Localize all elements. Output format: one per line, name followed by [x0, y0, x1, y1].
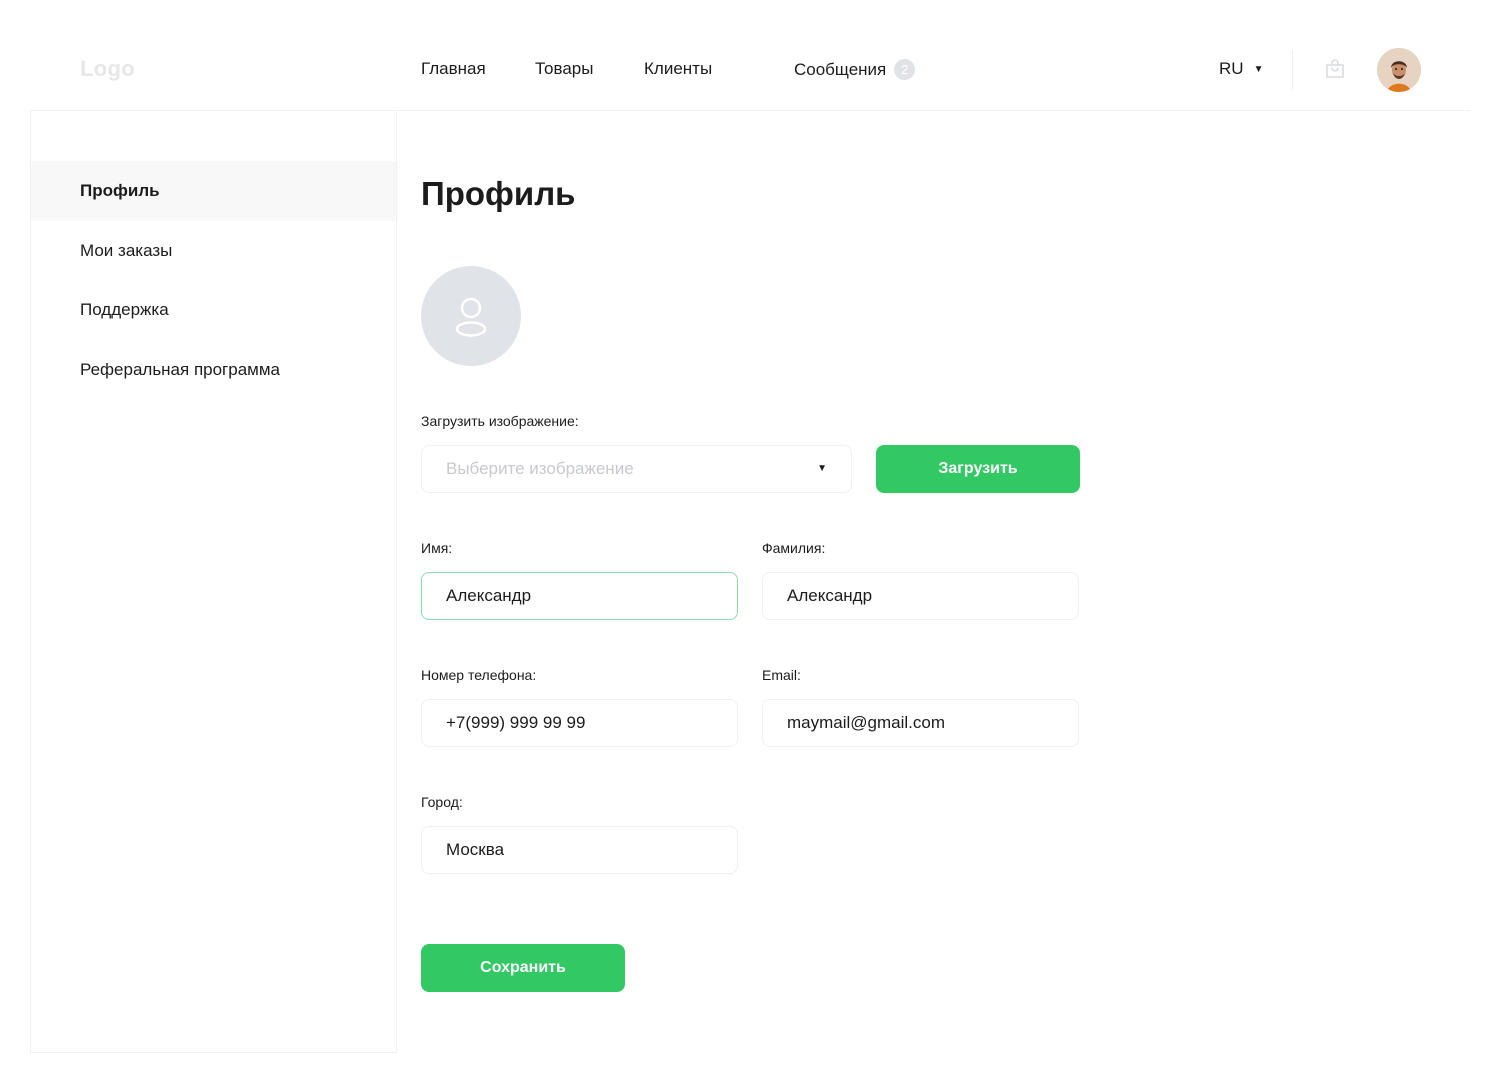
sidebar-item-support[interactable]: Поддержка: [31, 280, 396, 340]
page-title: Профиль: [421, 175, 576, 212]
sidebar: Профиль Мои заказы Поддержка Реферальная…: [30, 111, 397, 1053]
profile-form: Профиль Загрузить изображение: Выберите …: [421, 111, 1470, 1053]
last-name-input[interactable]: [762, 572, 1079, 620]
nav-item-clients[interactable]: Клиенты: [644, 59, 712, 79]
language-select[interactable]: RU ▼: [1219, 59, 1263, 79]
user-avatar[interactable]: [1377, 48, 1421, 92]
image-select-placeholder: Выберите изображение: [446, 459, 634, 478]
first-name-input[interactable]: [421, 572, 738, 620]
phone-input[interactable]: [421, 699, 738, 747]
logo[interactable]: Logo: [80, 56, 135, 82]
nav-item-messages-label: Сообщения: [794, 60, 887, 79]
caret-down-icon: ▼: [817, 463, 827, 474]
caret-down-icon: ▼: [1253, 64, 1264, 75]
upload-image-label: Загрузить изображение:: [421, 413, 579, 429]
image-select[interactable]: Выберите изображение ▼: [421, 445, 852, 493]
email-label: Email:: [762, 667, 801, 683]
messages-count-badge: 2: [894, 59, 916, 80]
shopping-bag-icon[interactable]: [1323, 57, 1347, 81]
upload-button[interactable]: Загрузить: [876, 445, 1080, 493]
header-divider: [1292, 50, 1293, 90]
sidebar-item-my-orders[interactable]: Мои заказы: [31, 221, 396, 281]
nav-item-products[interactable]: Товары: [535, 59, 593, 79]
first-name-label: Имя:: [421, 540, 453, 556]
city-label: Город:: [421, 794, 463, 810]
nav-item-home[interactable]: Главная: [421, 59, 486, 79]
nav-item-messages[interactable]: Сообщения 2: [794, 59, 916, 80]
city-input[interactable]: [421, 826, 738, 874]
save-button[interactable]: Сохранить: [421, 944, 625, 992]
email-input[interactable]: [762, 699, 1079, 747]
profile-picture-placeholder: [421, 266, 521, 366]
sidebar-item-profile[interactable]: Профиль: [31, 161, 396, 221]
last-name-label: Фамилия:: [762, 540, 826, 556]
top-header: Logo Главная Товары Клиенты Сообщения 2 R…: [30, 0, 1470, 111]
sidebar-item-referral-program[interactable]: Реферальная программа: [31, 340, 396, 400]
phone-label: Номер телефона:: [421, 667, 537, 683]
user-icon: [455, 297, 487, 337]
language-label: RU: [1219, 59, 1244, 78]
